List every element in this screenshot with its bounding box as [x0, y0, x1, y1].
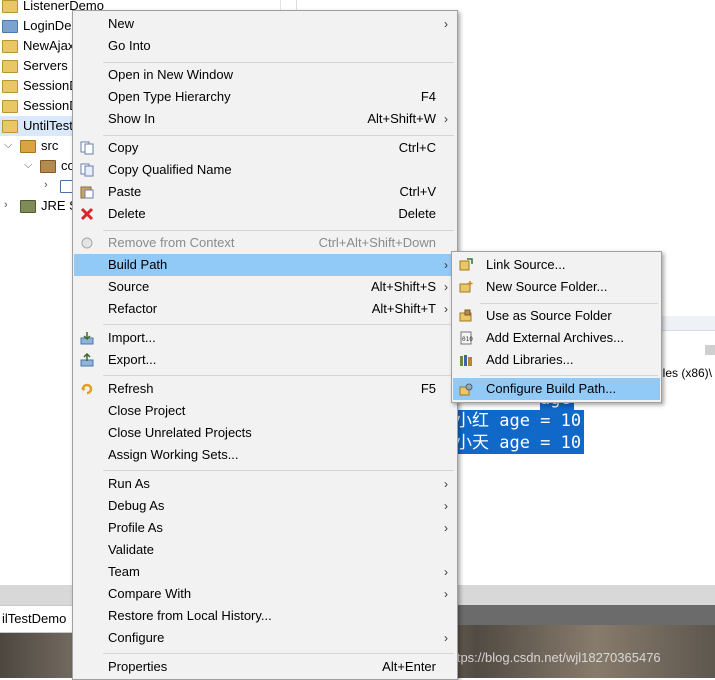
add-libraries-icon — [460, 355, 472, 366]
console-line: 小天 age = 10 — [452, 432, 585, 454]
submenu-item-new-source-folder[interactable]: New Source Folder... — [453, 276, 660, 298]
project-icon — [2, 20, 18, 34]
delete-icon — [80, 207, 94, 221]
use-source-folder-icon — [459, 309, 472, 322]
folder-icon — [2, 0, 18, 14]
chevron-right-icon[interactable]: › — [44, 179, 48, 191]
chevron-down-icon[interactable]: ⌵ — [24, 159, 32, 172]
menu-item-debug-as[interactable]: Debug As › — [74, 495, 456, 517]
tree-item-sessiondemo-1[interactable]: SessionD — [2, 76, 79, 96]
folder-icon — [2, 120, 18, 134]
tree-item-servers[interactable]: Servers — [2, 56, 68, 76]
copy-qualified-icon — [80, 163, 94, 177]
external-archive-icon: 010 — [460, 331, 473, 345]
folder-icon — [2, 80, 18, 94]
console-scroll-thumb[interactable] — [705, 345, 715, 355]
menu-item-refactor[interactable]: Refactor Alt+Shift+T › — [74, 298, 456, 320]
menu-item-show-in[interactable]: Show In Alt+Shift+W › — [74, 108, 456, 130]
chevron-right-icon: › — [444, 112, 448, 126]
link-source-icon — [459, 258, 473, 271]
menu-separator — [480, 303, 658, 304]
context-menu: New › Go Into Open in New Window Open Typ… — [72, 10, 458, 680]
menu-item-paste[interactable]: Paste Ctrl+V — [74, 181, 456, 203]
menu-item-copy-qualified-name[interactable]: Copy Qualified Name — [74, 159, 456, 181]
bottom-view-tab[interactable]: ilTestDemo — [0, 605, 73, 633]
export-icon — [80, 353, 94, 367]
chevron-right-icon: › — [444, 17, 448, 31]
menu-separator — [103, 62, 454, 63]
folder-icon — [2, 60, 18, 74]
chevron-right-icon: › — [444, 587, 448, 601]
import-icon — [80, 332, 94, 345]
menu-item-profile-as[interactable]: Profile As › — [74, 517, 456, 539]
configure-build-path-icon — [459, 383, 473, 396]
menu-item-properties[interactable]: Properties Alt+Enter — [74, 656, 456, 678]
chevron-right-icon: › — [444, 565, 448, 579]
tree-item-sessiondemo-2[interactable]: SessionD — [2, 96, 79, 116]
menu-separator — [103, 135, 454, 136]
menu-item-remove-from-context: Remove from Context Ctrl+Alt+Shift+Down — [74, 232, 456, 254]
submenu-item-add-libraries[interactable]: Add Libraries... — [453, 349, 660, 371]
submenu-item-use-as-source-folder[interactable]: Use as Source Folder — [453, 305, 660, 327]
menu-separator — [103, 375, 454, 376]
folder-icon — [2, 100, 18, 114]
tree-item-jre[interactable]: JRE S — [20, 196, 78, 216]
submenu-item-configure-build-path[interactable]: Configure Build Path... — [453, 378, 660, 400]
build-path-submenu: Link Source... New Source Folder... Use … — [451, 251, 662, 403]
package-icon — [40, 160, 56, 174]
menu-item-copy[interactable]: Copy Ctrl+C — [74, 137, 456, 159]
console-path-fragment: iles (x86)\ — [660, 366, 713, 380]
menu-item-close-unrelated-projects[interactable]: Close Unrelated Projects — [74, 422, 456, 444]
menu-item-configure[interactable]: Configure › — [74, 627, 456, 649]
menu-separator — [103, 324, 454, 325]
menu-item-validate[interactable]: Validate — [74, 539, 456, 561]
menu-item-team[interactable]: Team › — [74, 561, 456, 583]
menu-item-delete[interactable]: Delete Delete — [74, 203, 456, 225]
svg-text:010: 010 — [462, 336, 473, 343]
menu-item-go-into[interactable]: Go Into — [74, 35, 456, 57]
paste-icon — [80, 186, 94, 199]
console-line: 小红 age = 10 — [452, 410, 585, 432]
menu-item-new[interactable]: New › — [74, 13, 456, 35]
source-folder-icon — [20, 140, 36, 154]
submenu-item-link-source[interactable]: Link Source... — [453, 254, 660, 276]
tree-item-src[interactable]: src — [20, 136, 58, 156]
menu-item-assign-working-sets[interactable]: Assign Working Sets... — [74, 444, 456, 466]
menu-item-restore-from-local-history[interactable]: Restore from Local History... — [74, 605, 456, 627]
library-icon — [20, 200, 36, 214]
chevron-right-icon: › — [444, 521, 448, 535]
chevron-down-icon[interactable]: ⌵ — [4, 139, 12, 152]
chevron-right-icon[interactable]: › — [4, 199, 8, 211]
folder-icon — [2, 40, 18, 54]
chevron-right-icon: › — [444, 499, 448, 513]
tree-item-newajax[interactable]: NewAjax — [2, 36, 74, 56]
menu-item-open-in-new-window[interactable]: Open in New Window — [74, 64, 456, 86]
refresh-icon — [81, 383, 93, 395]
menu-separator — [480, 375, 658, 376]
chevron-right-icon: › — [444, 631, 448, 645]
menu-separator — [103, 470, 454, 471]
menu-separator — [103, 230, 454, 231]
new-source-folder-icon — [459, 281, 473, 293]
chevron-right-icon: › — [444, 477, 448, 491]
chevron-right-icon: › — [444, 302, 448, 316]
tree-item-package[interactable]: co — [40, 156, 75, 176]
chevron-right-icon: › — [444, 258, 448, 272]
copy-icon — [80, 141, 94, 155]
tree-item-logindemo[interactable]: LoginDe — [2, 16, 71, 36]
submenu-item-add-external-archives[interactable]: 010 Add External Archives... — [453, 327, 660, 349]
menu-item-export[interactable]: Export... — [74, 349, 456, 371]
menu-item-source[interactable]: Source Alt+Shift+S › — [74, 276, 456, 298]
menu-item-refresh[interactable]: Refresh F5 — [74, 378, 456, 400]
menu-item-close-project[interactable]: Close Project — [74, 400, 456, 422]
menu-item-build-path[interactable]: Build Path › — [74, 254, 456, 276]
menu-item-open-type-hierarchy[interactable]: Open Type Hierarchy F4 — [74, 86, 456, 108]
chevron-right-icon: › — [444, 280, 448, 294]
remove-context-icon — [81, 237, 93, 249]
menu-item-import[interactable]: Import... — [74, 327, 456, 349]
menu-item-run-as[interactable]: Run As › — [74, 473, 456, 495]
menu-separator — [103, 653, 454, 654]
watermark: https://blog.csdn.net/wjl18270365476 — [446, 650, 661, 665]
menu-item-compare-with[interactable]: Compare With › — [74, 583, 456, 605]
